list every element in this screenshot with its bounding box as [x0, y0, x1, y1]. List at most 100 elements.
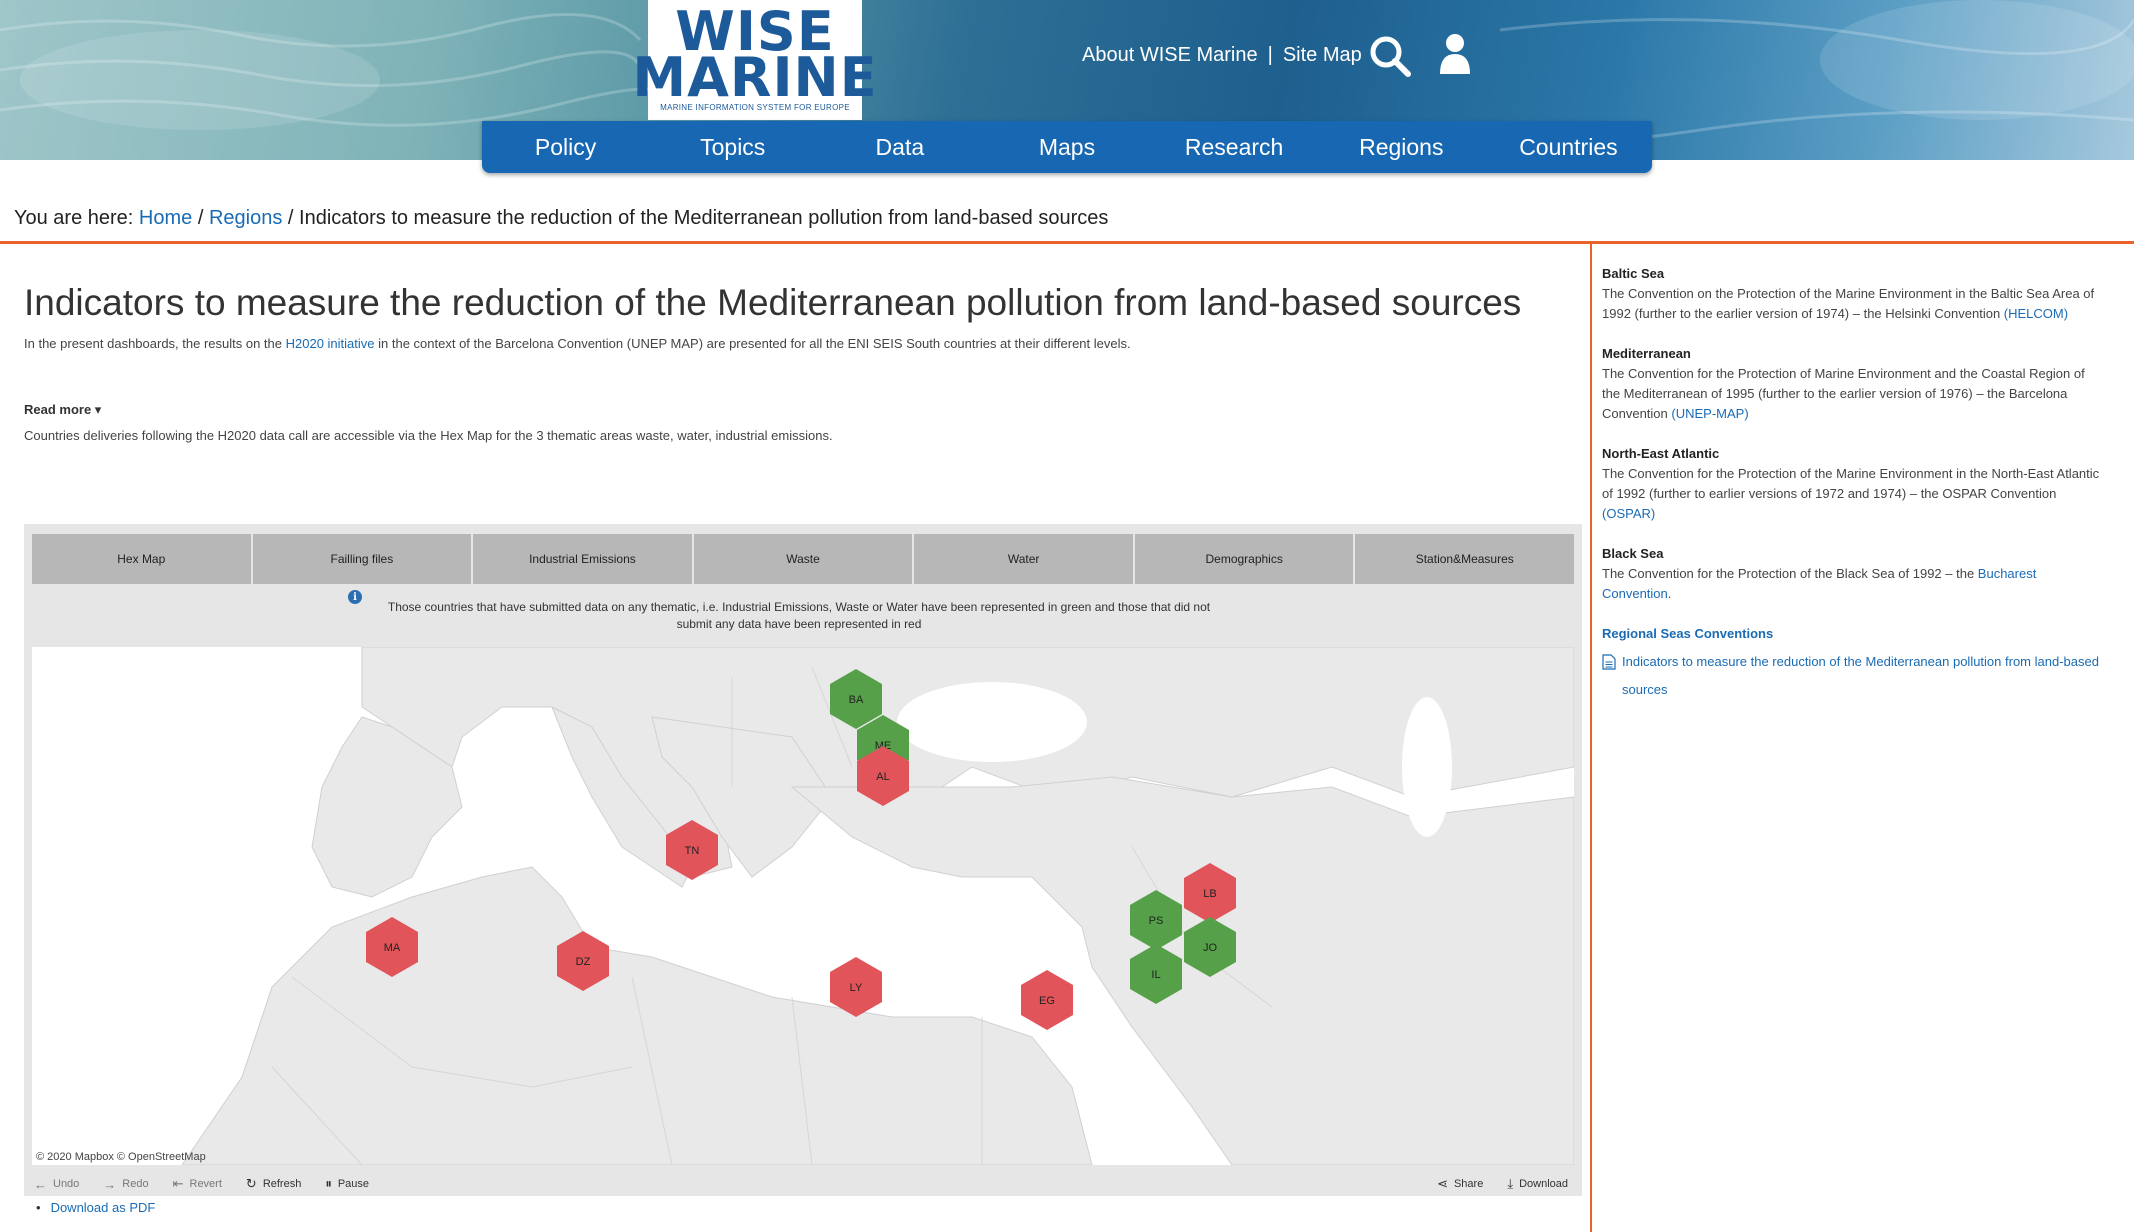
logo-word-marine: MARINE [632, 45, 878, 109]
nav-item-maps[interactable]: Maps [983, 121, 1150, 173]
sidebar-document-link[interactable]: Indicators to measure the reduction of t… [1622, 648, 2102, 704]
country-hex-eg[interactable]: EG [1021, 970, 1073, 1030]
site-map-link[interactable]: Site Map [1283, 44, 1362, 67]
deliveries-paragraph: Countries deliveries following the H2020… [24, 428, 833, 443]
hex-label: LY [850, 982, 863, 994]
refresh-icon: ↻ [245, 1176, 257, 1191]
hex-map[interactable]: BAMEALTNLBPSJOILMADZLYEG © 2020 Mapbox ©… [32, 647, 1574, 1165]
nav-item-regions[interactable]: Regions [1318, 121, 1485, 173]
undo-button[interactable]: ← Undo [34, 1177, 79, 1192]
user-icon[interactable] [1438, 32, 1472, 76]
baltic-sea-heading: Baltic Sea [1602, 266, 1665, 281]
pause-button[interactable]: ⏸ Pause [325, 1176, 369, 1192]
mediterranean-heading: Mediterranean [1602, 346, 1691, 361]
black-sea-period: . [1667, 586, 1672, 601]
tableau-dashboard: Hex Map Failling files Industrial Emissi… [24, 524, 1582, 1196]
revert-button[interactable]: ⇤ Revert [173, 1176, 222, 1192]
north-east-atlantic-text: The Convention for the Protection of the… [1602, 464, 2102, 524]
black-sea-text: The Convention for the Protection of the… [1602, 564, 2102, 604]
h2020-initiative-link[interactable]: H2020 initiative [286, 336, 375, 351]
read-more-toggle[interactable]: Read more ▾ [24, 402, 101, 418]
breadcrumb-regions-link[interactable]: Regions [209, 207, 282, 229]
refresh-button[interactable]: ↻ Refresh [246, 1176, 301, 1192]
hex-label: MA [384, 942, 401, 954]
sidebar-divider [1590, 244, 1592, 1232]
link-separator: | [1267, 43, 1273, 66]
nav-item-research[interactable]: Research [1151, 121, 1318, 173]
hex-label: AL [876, 771, 889, 783]
about-wise-marine-link[interactable]: About WISE Marine [1082, 44, 1258, 67]
breadcrumb-separator: / [287, 207, 294, 229]
map-credit: © 2020 Mapbox © OpenStreetMap [36, 1151, 206, 1163]
tab-industrial-emissions[interactable]: Industrial Emissions [473, 534, 692, 584]
baltic-sea-text: The Convention on the Protection of the … [1602, 284, 2102, 324]
breadcrumb-current: Indicators to measure the reduction of t… [299, 207, 1109, 229]
tab-waste[interactable]: Waste [693, 534, 913, 584]
header-top-links: About WISE Marine | Site Map [1082, 40, 1362, 70]
undo-icon: ← [34, 1176, 47, 1192]
list-bullet: • [36, 1200, 41, 1215]
download-pdf-link[interactable]: Download as PDF [51, 1200, 156, 1215]
search-icon[interactable] [1368, 34, 1412, 78]
dashboard-tabs: Hex Map Failling files Industrial Emissi… [32, 534, 1575, 584]
refresh-label: Refresh [262, 1178, 302, 1190]
redo-label: Redo [122, 1178, 149, 1190]
sea-caspian [1402, 697, 1452, 837]
wise-marine-logo[interactable]: WISE MARINE MARINE INFORMATION SYSTEM FO… [632, 0, 877, 120]
tab-station-measures[interactable]: Station&Measures [1355, 534, 1575, 584]
breadcrumb: You are here: Home / Regions / Indicator… [14, 207, 1108, 230]
page-title: Indicators to measure the reduction of t… [24, 282, 1522, 323]
redo-button[interactable]: → Redo [103, 1177, 148, 1192]
nav-item-topics[interactable]: Topics [649, 121, 816, 173]
hex-label: LB [1203, 888, 1216, 900]
north-east-atlantic-description: The Convention for the Protection of the… [1602, 466, 2100, 501]
breadcrumb-separator: / [197, 207, 204, 229]
intro-text-after: in the context of the Barcelona Conventi… [374, 336, 1131, 351]
sidebar-document-item: Indicators to measure the reduction of t… [1602, 648, 2102, 704]
hex-label: PS [1149, 915, 1164, 927]
hex-label: JO [1203, 942, 1218, 954]
nav-item-countries[interactable]: Countries [1485, 121, 1652, 173]
hex-map-canvas[interactable]: BAMEALTNLBPSJOILMADZLYEG [32, 647, 1574, 1165]
ospar-link[interactable]: (OSPAR) [1602, 506, 1655, 521]
tab-water[interactable]: Water [914, 534, 1133, 584]
share-label: Share [1453, 1178, 1484, 1190]
info-icon[interactable]: i [348, 590, 362, 604]
share-button[interactable]: ⋖ Share [1437, 1176, 1483, 1192]
toolbar-right: ⋖ Share ⤓ Download [1427, 1176, 1582, 1192]
redo-icon: → [103, 1176, 117, 1192]
download-button[interactable]: ⤓ Download [1507, 1176, 1568, 1192]
nav-item-policy[interactable]: Policy [482, 121, 649, 173]
unep-map-link[interactable]: (UNEP-MAP) [1671, 406, 1748, 421]
black-sea-description: The Convention for the Protection of the… [1602, 566, 1978, 581]
land-north-africa [181, 866, 1093, 1165]
hex-label: TN [685, 845, 700, 857]
sidebar-baltic-sea: Baltic Sea The Convention on the Protect… [1602, 264, 2102, 324]
download-icon: ⤓ [1507, 1176, 1514, 1191]
revert-icon: ⇤ [172, 1176, 184, 1191]
helcom-link[interactable]: (HELCOM) [2004, 306, 2068, 321]
sidebar-regional-seas: Regional Seas Conventions Indicators to … [1602, 624, 2102, 704]
breadcrumb-divider [0, 241, 2134, 244]
pause-label: Pause [337, 1178, 370, 1190]
breadcrumb-prefix: You are here: [14, 207, 134, 229]
download-pdf-item: • Download as PDF [36, 1200, 155, 1215]
undo-label: Undo [53, 1178, 80, 1190]
tab-failling-files[interactable]: Failling files [252, 534, 472, 584]
sidebar: Baltic Sea The Convention on the Protect… [1602, 264, 2102, 724]
logo-tagline: MARINE INFORMATION SYSTEM FOR EUROPE [660, 102, 850, 112]
intro-paragraph: In the present dashboards, the results o… [24, 336, 1131, 351]
tab-demographics[interactable]: Demographics [1134, 534, 1354, 584]
nav-item-data[interactable]: Data [816, 121, 983, 173]
sidebar-mediterranean: Mediterranean The Convention for the Pro… [1602, 344, 2102, 424]
breadcrumb-home-link[interactable]: Home [139, 207, 192, 229]
sidebar-black-sea: Black Sea The Convention for the Protect… [1602, 544, 2102, 604]
tab-hex-map[interactable]: Hex Map [32, 534, 251, 584]
hex-label: BA [849, 694, 864, 706]
intro-text-before: In the present dashboards, the results o… [24, 336, 286, 351]
main-navigation: Policy Topics Data Maps Research Regions… [482, 121, 1652, 173]
regional-seas-conventions-link[interactable]: Regional Seas Conventions [1602, 626, 1773, 641]
sea-black-sea [897, 682, 1087, 762]
north-east-atlantic-heading: North-East Atlantic [1602, 446, 1720, 461]
document-icon [1602, 654, 1616, 670]
